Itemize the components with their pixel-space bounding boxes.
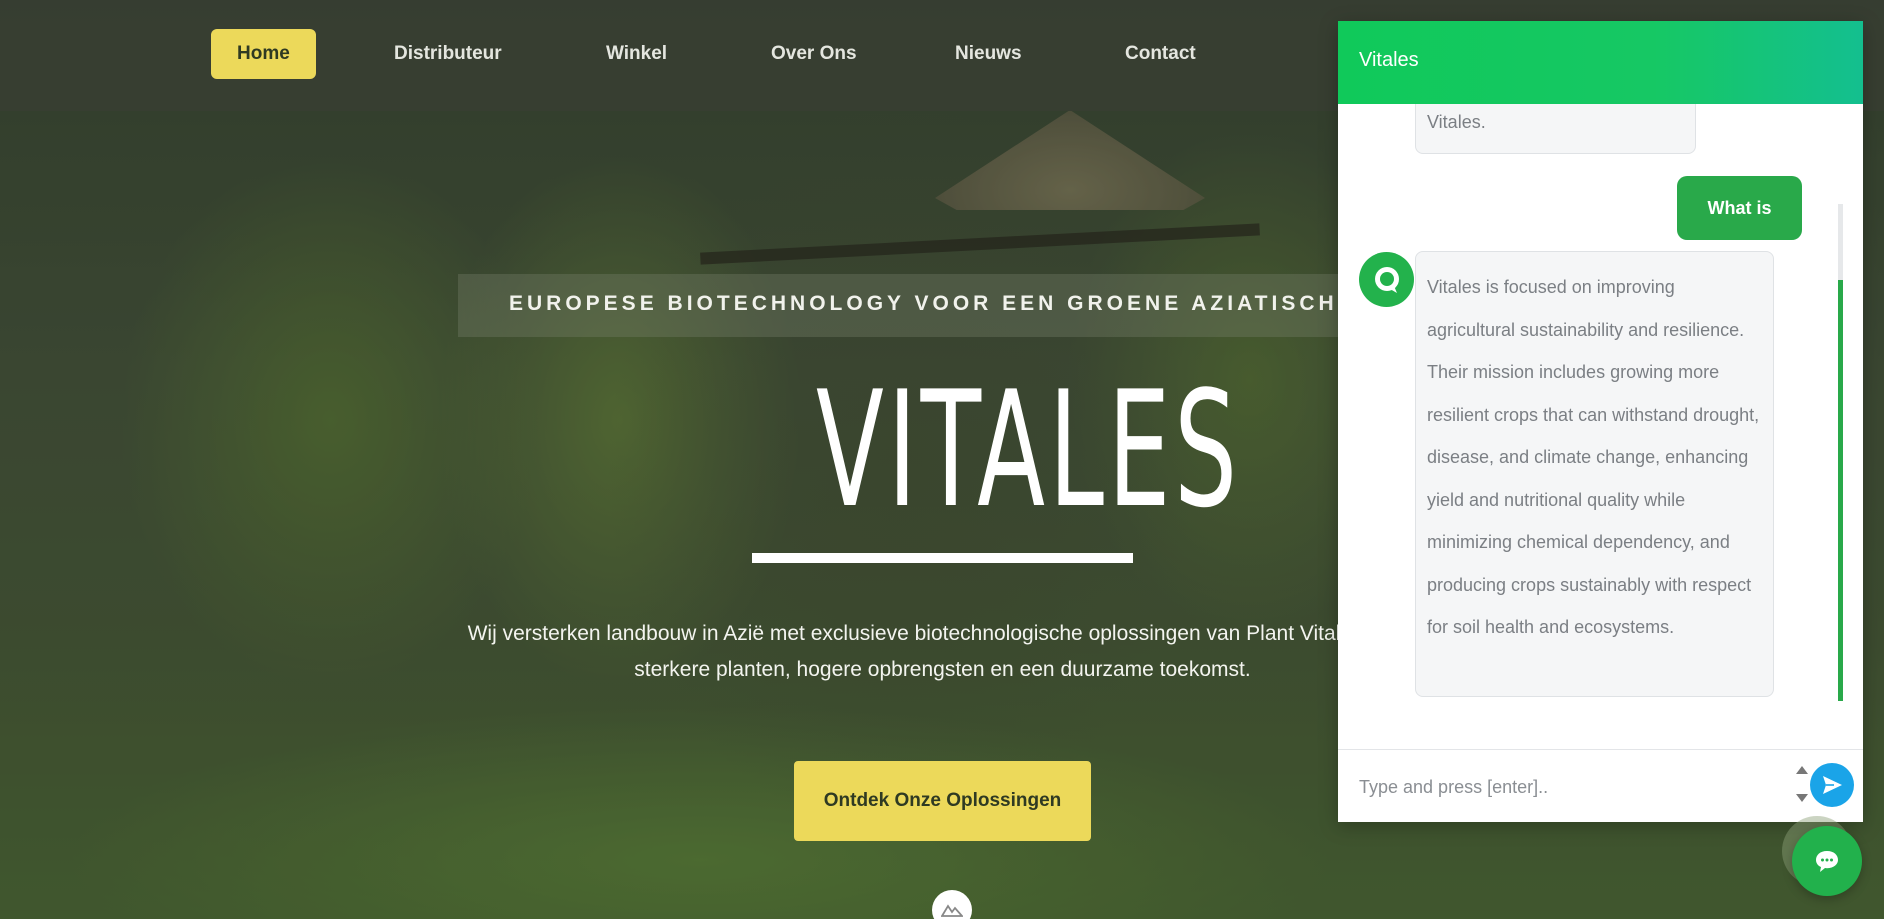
hero-tagline: EUROPESE BIOTECHNOLOGY VOOR EEN GROENE A… — [509, 292, 1338, 315]
chat-title: Vitales — [1359, 49, 1419, 71]
user-message: What is Vitales? — [1677, 176, 1802, 282]
nav-over-ons[interactable]: Over Ons — [745, 29, 883, 79]
mountain-logo-icon — [941, 904, 963, 917]
brand-underline — [752, 553, 1133, 563]
nav-distributeur[interactable]: Distributeur — [368, 29, 528, 79]
chat-icon — [1816, 851, 1838, 872]
tagline-banner: EUROPESE BIOTECHNOLOGY VOOR EEN GROENE A… — [458, 274, 1338, 337]
nav-home[interactable]: Home — [211, 29, 316, 79]
discover-solutions-button[interactable]: Ontdek Onze Oplossingen — [794, 761, 1091, 841]
chat-header: Vitales — [1338, 21, 1863, 104]
spin-up-icon[interactable] — [1796, 766, 1808, 774]
chat-launcher-button[interactable] — [1792, 826, 1862, 896]
spin-down-icon[interactable] — [1796, 794, 1808, 802]
nav-nieuws[interactable]: Nieuws — [929, 29, 1048, 79]
nav-winkel[interactable]: Winkel — [580, 29, 693, 79]
bot-message-previous: Vitales. — [1415, 104, 1696, 154]
send-button[interactable] — [1810, 763, 1854, 807]
chat-scrollbar-thumb[interactable] — [1838, 280, 1843, 701]
bot-message: Vitales is focused on improving agricult… — [1415, 251, 1774, 697]
chat-window: Vitales Vitales. What is Vitales? Vitale… — [1338, 21, 1863, 822]
chat-bubble-icon — [1374, 266, 1399, 293]
chat-messages[interactable]: Vitales. What is Vitales? Vitales is foc… — [1338, 104, 1863, 749]
brand-title: VITALES — [816, 356, 1241, 543]
chat-message-input[interactable] — [1359, 772, 1779, 802]
previous-message-text: Vitales. — [1427, 112, 1486, 132]
chat-footer — [1338, 749, 1863, 822]
hero-description: Wij versterken landbouw in Azië met excl… — [467, 622, 1418, 681]
send-arrow-icon — [1823, 776, 1842, 794]
nav-contact[interactable]: Contact — [1099, 29, 1222, 79]
bot-avatar — [1359, 252, 1414, 307]
